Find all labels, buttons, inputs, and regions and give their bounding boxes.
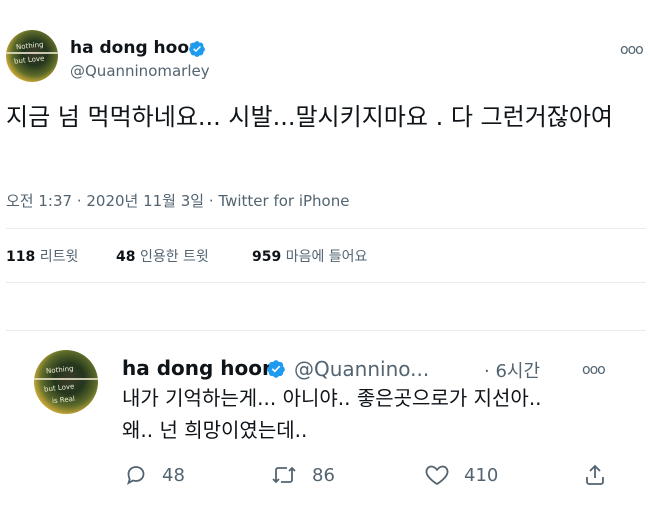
more-dots-icon[interactable]: ooo (620, 42, 644, 58)
reply-text: 내가 기억하는게... 아니야.. 좋은곳으로가 지선아.. 왜.. 넌 희망이… (122, 382, 642, 446)
reply-text-line: 내가 기억하는게... 아니야.. 좋은곳으로가 지선아.. (122, 386, 542, 410)
display-name[interactable]: ha dong hoon (70, 38, 201, 58)
reply-display-name[interactable]: ha dong hoon (122, 356, 276, 380)
more-dots-icon[interactable]: ooo (582, 362, 606, 378)
quotes-stat[interactable]: 48 인용한 트윗 (116, 246, 209, 266)
retweets-stat[interactable]: 118 리트윗 (6, 246, 78, 266)
retweets-count: 118 (6, 249, 36, 265)
divider (6, 330, 646, 331)
avatar[interactable]: Nothing but Love (6, 30, 58, 82)
quotes-count: 48 (116, 249, 136, 265)
like-count: 410 (464, 464, 499, 486)
tweet-text: 지금 넘 먹먹하네요... 시발...말시키지마요 . 다 그런거잖아여 (6, 103, 614, 131)
share-icon (586, 464, 604, 485)
likes-count: 959 (252, 249, 282, 265)
retweet-count: 86 (312, 464, 335, 486)
retweets-label: 리트윗 (39, 249, 79, 265)
quotes-label: 인용한 트윗 (139, 249, 209, 265)
verified-badge-icon (189, 41, 205, 57)
reply-count: 48 (162, 464, 185, 486)
tweet-timestamp[interactable]: 오전 1:37 · 2020년 11월 3일 · Twitter for iPh… (6, 190, 349, 211)
likes-stat[interactable]: 959 마음에 들어요 (252, 246, 367, 266)
retweet-action[interactable]: 86 (270, 463, 335, 487)
heart-icon (425, 465, 449, 486)
reply-text-line: 왜.. 넌 희망이였는데.. (122, 418, 308, 442)
retweet-icon (272, 466, 296, 484)
divider (6, 228, 646, 229)
verified-badge-icon (267, 360, 285, 378)
like-action[interactable]: 410 (424, 463, 498, 487)
reply-avatar[interactable]: Nothing but Love is Real (34, 350, 98, 414)
likes-label: 마음에 들어요 (285, 249, 368, 265)
reply-handle[interactable]: @Quannino... (294, 357, 429, 381)
reply-time[interactable]: · 6시간 (484, 357, 540, 383)
handle[interactable]: @Quanninomarley (70, 62, 210, 80)
reply-icon (126, 466, 145, 485)
reply-action[interactable]: 48 (124, 463, 185, 487)
share-action[interactable] (583, 463, 621, 487)
divider (6, 282, 646, 283)
